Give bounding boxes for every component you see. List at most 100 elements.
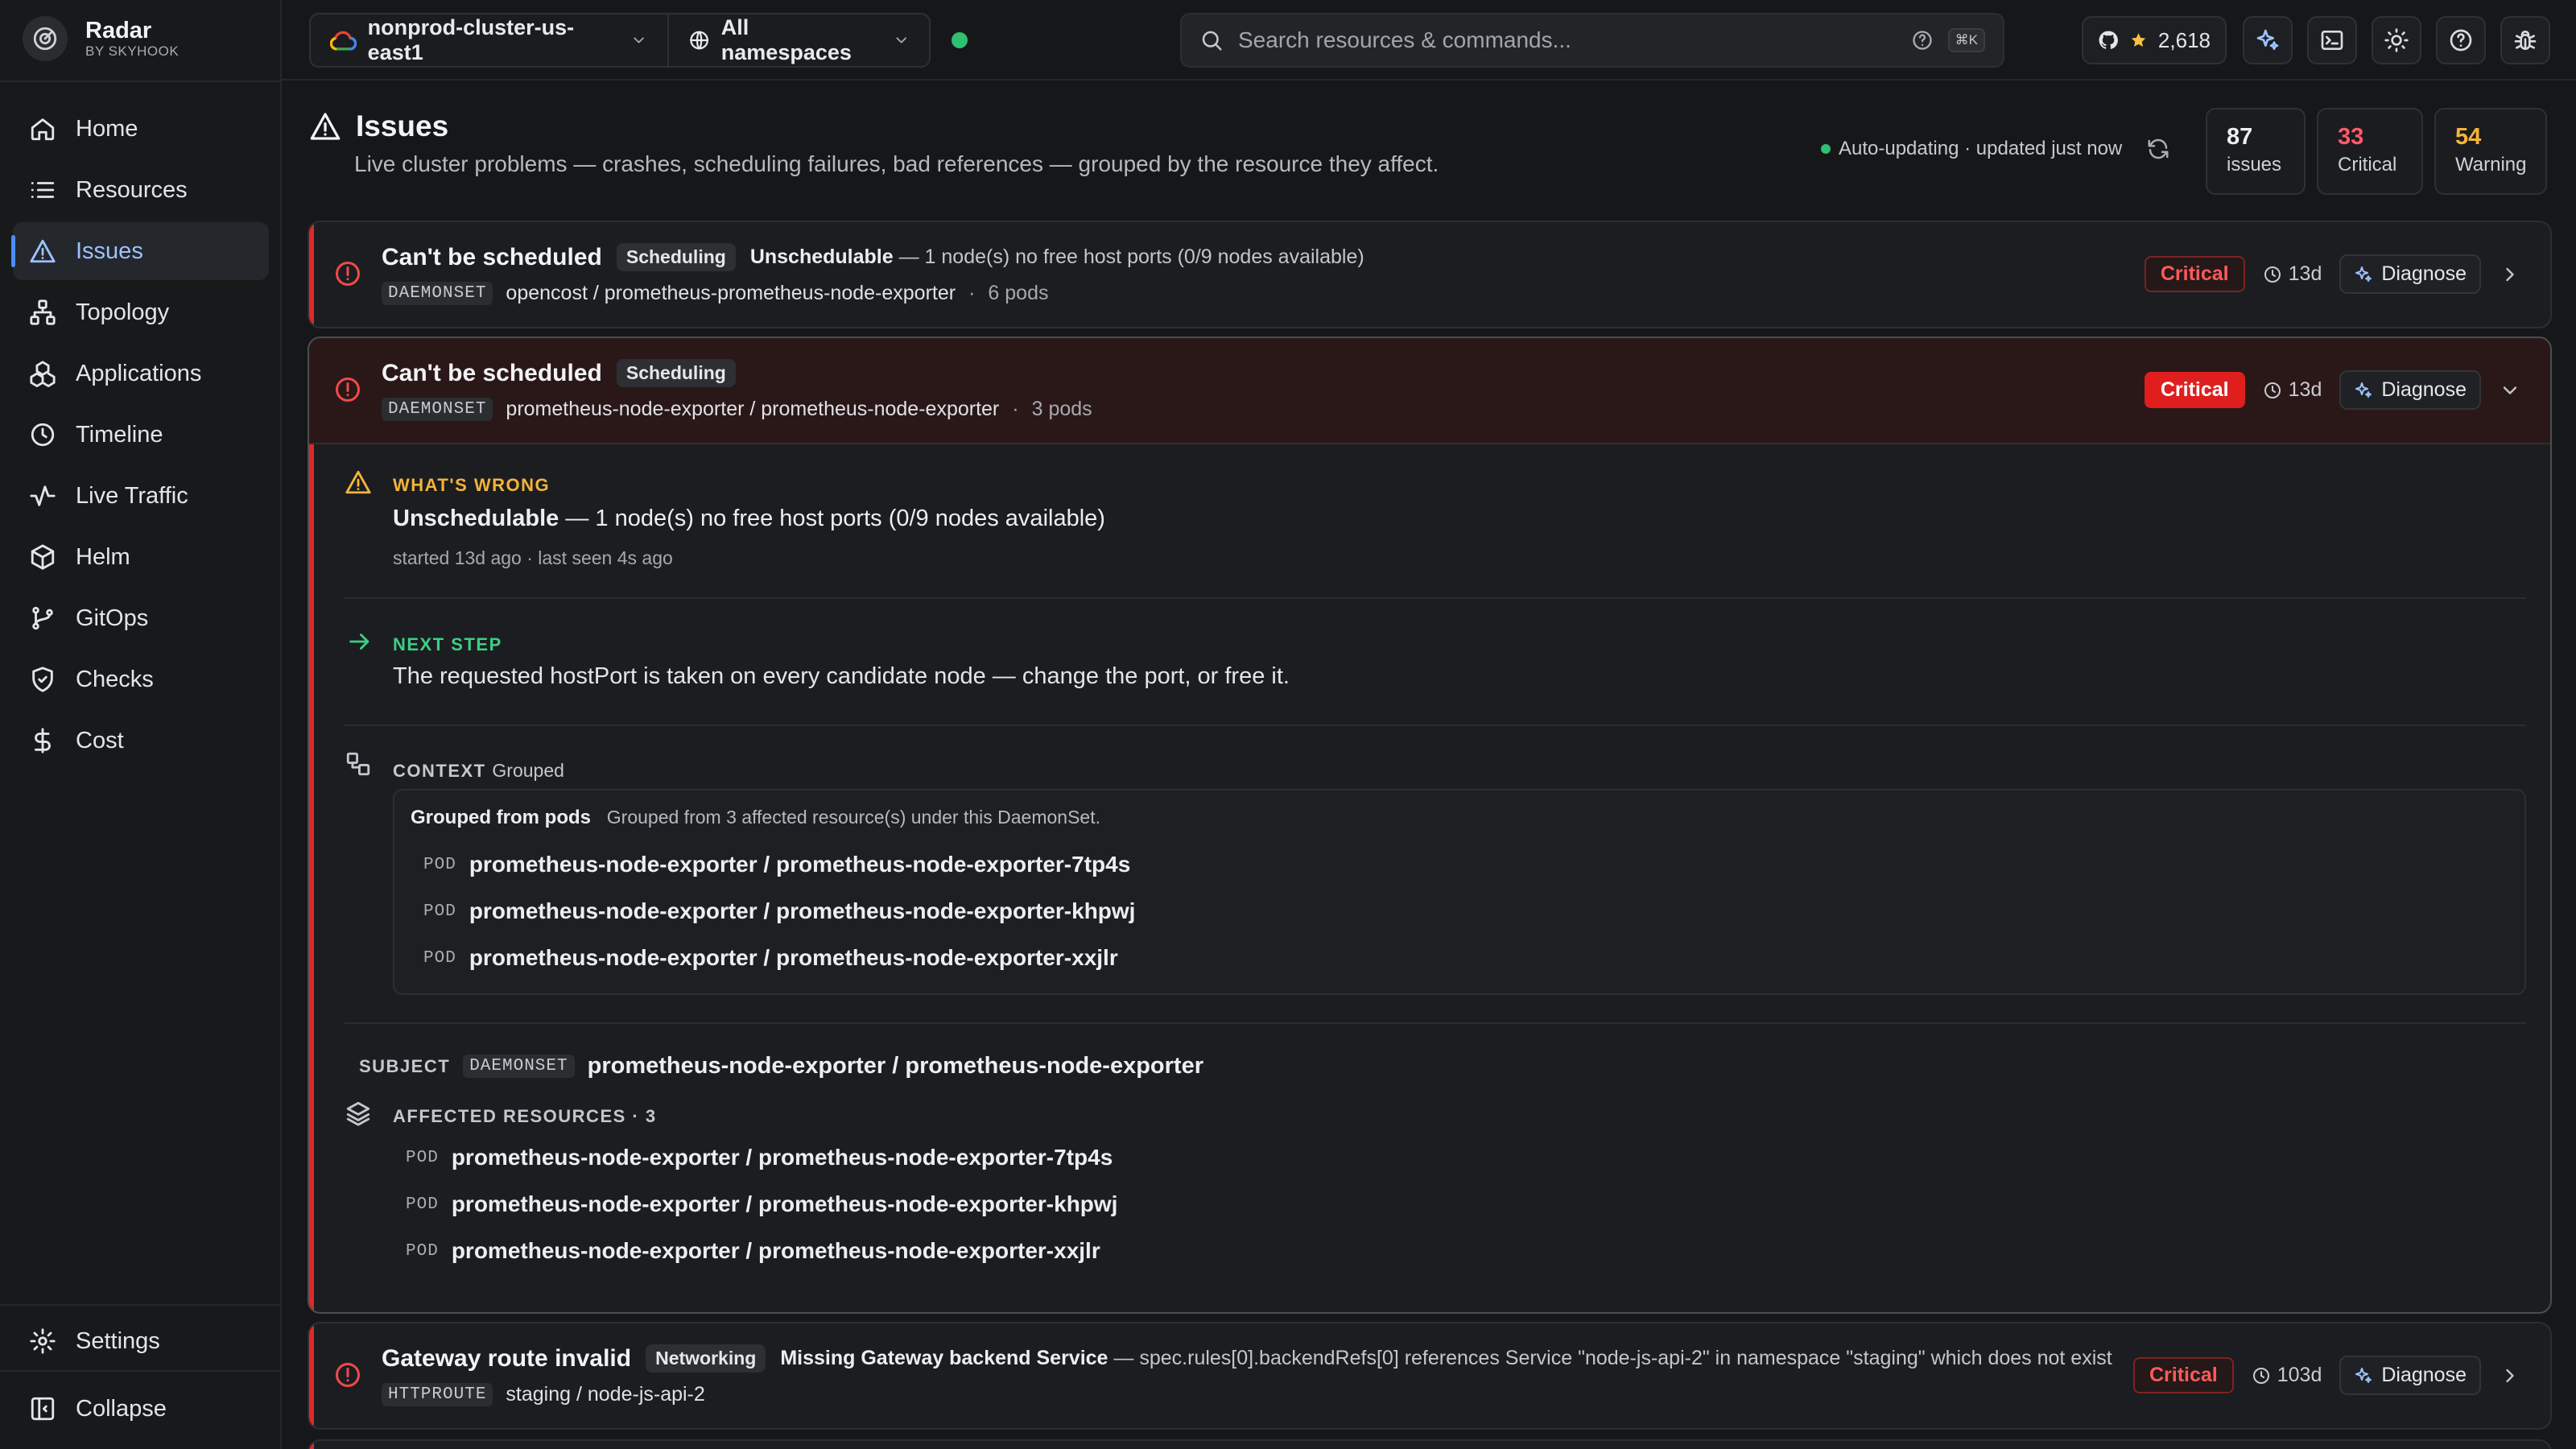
sidebar-item-timeline[interactable]: Timeline [13,406,269,464]
sidebar-item-gitops[interactable]: GitOps [13,589,269,647]
sidebar-item-label: Cost [76,727,124,753]
chevron-down-icon[interactable] [2499,379,2521,402]
collapse-label: Collapse [76,1395,167,1422]
subject-name[interactable]: prometheus-node-exporter / prometheus-no… [588,1053,1203,1080]
sidebar-item-label: Live Traffic [76,482,188,509]
context-header: CONTEXT Grouped [393,757,564,782]
resource-name[interactable]: staging / node-js-api-2 [506,1383,704,1406]
help-circle-icon[interactable] [1911,29,1934,52]
issue-card-header[interactable]: Gateway route invalid Networking Missing… [309,1323,2550,1428]
ai-assistant-button[interactable] [2243,16,2293,64]
sidebar-collapse-button[interactable]: Collapse [13,1380,269,1438]
issue-card-partial[interactable] [308,1439,2552,1449]
list-item[interactable]: POD prometheus-node-exporter / prometheu… [406,1238,1100,1264]
issue-age-text: 13d [2288,378,2322,401]
sidebar-collapse-section: Collapse [0,1370,282,1438]
applications-icon [30,361,56,387]
sidebar-item-cost[interactable]: Cost [13,712,269,770]
resource-name[interactable]: opencost / prometheus-prometheus-node-ex… [506,282,956,305]
diagnose-label: Diagnose [2381,262,2467,285]
separator-dot: · [968,282,976,304]
list-item[interactable]: POD prometheus-node-exporter / prometheu… [423,945,1118,971]
issue-reason: Unschedulable [749,246,894,268]
sidebar-item-checks[interactable]: Checks [13,650,269,708]
brand[interactable]: Radar BY SKYHOOK [23,16,179,61]
git-branch-icon [32,606,53,630]
namespace-selector[interactable]: All namespaces [667,14,929,66]
sidebar-item-home[interactable]: Home [13,100,269,158]
sidebar-item-live-traffic[interactable]: Live Traffic [13,467,269,525]
diagnose-button[interactable]: Diagnose [2339,1356,2481,1395]
search-bar[interactable]: ⌘K [1180,13,2004,68]
list-item[interactable]: POD prometheus-node-exporter / prometheu… [423,898,1135,924]
home-icon [31,118,55,141]
sidebar-item-applications[interactable]: Applications [13,345,269,402]
pod-name: prometheus-node-exporter / prometheus-no… [469,852,1131,877]
issue-card-header[interactable]: Can't be scheduled Scheduling Unschedula… [309,222,2550,327]
sparkles-icon [2256,29,2279,50]
github-stars-button[interactable]: 2,618 [2082,16,2227,64]
issue-category-tag: Scheduling [616,243,736,271]
list-item[interactable]: POD prometheus-node-exporter / prometheu… [406,1145,1113,1170]
sidebar-item-label: GitOps [76,605,149,631]
shield-check-icon [32,667,53,692]
issue-age-text: 13d [2288,262,2322,285]
live-dot [1821,144,1831,154]
sidebar-item-resources[interactable]: Resources [13,161,269,219]
grouped-description: Grouped from 3 affected resource(s) unde… [606,807,1100,828]
subject-row: SUBJECT DAEMONSET prometheus-node-export… [359,1053,1203,1080]
sidebar-item-topology[interactable]: Topology [13,283,269,341]
search-input[interactable] [1238,27,1897,53]
issue-card[interactable]: Gateway route invalid Networking Missing… [308,1322,2552,1430]
issue-age: 103d [2252,1364,2322,1387]
stat-warning[interactable]: 54 Warning [2434,108,2547,195]
terminal-button[interactable] [2307,16,2357,64]
page-title: Issues [309,109,1439,143]
clock-icon [2252,1367,2269,1384]
sidebar-item-helm[interactable]: Helm [13,528,269,586]
stat-critical[interactable]: 33 Critical [2317,108,2423,195]
arrow-right-icon [349,634,369,650]
resource-name[interactable]: prometheus-node-exporter / prometheus-no… [506,398,999,421]
chevron-down-icon [634,37,645,43]
severity-badge: Critical [2144,372,2245,408]
app-name: Radar [85,18,152,43]
sidebar-item-label: Topology [76,299,170,325]
help-button[interactable] [2436,16,2486,64]
pod-name: prometheus-node-exporter / prometheus-no… [469,945,1118,970]
radar-logo-icon [23,16,68,61]
refresh-icon[interactable] [2146,137,2170,161]
issue-summary: Can't be scheduled Scheduling Unschedula… [382,243,1364,271]
issue-card-header[interactable]: Can't be scheduled Scheduling DAEMONSET … [309,338,2550,444]
issue-age: 13d [2263,262,2322,286]
debug-button[interactable] [2500,16,2550,64]
sidebar-item-settings[interactable]: Settings [13,1312,269,1370]
pod-count: 3 pods [1031,398,1092,420]
chevron-right-icon[interactable] [2499,263,2521,286]
sidebar: Radar BY SKYHOOK Home Resources Issues T… [0,0,282,1449]
pod-kind-label: POD [406,1241,439,1261]
keyboard-shortcut: ⌘K [1947,28,1985,52]
issue-card[interactable]: Can't be scheduled Scheduling Unschedula… [308,221,2552,328]
stat-issues-label: issues [2227,154,2282,175]
diagnose-button[interactable]: Diagnose [2339,370,2481,410]
sidebar-item-issues[interactable]: Issues [11,222,269,280]
diagnose-button[interactable]: Diagnose [2339,254,2481,294]
pod-name: prometheus-node-exporter / prometheus-no… [469,898,1136,923]
severity-badge: Critical [2144,256,2245,292]
list-item[interactable]: POD prometheus-node-exporter / prometheu… [406,1191,1117,1217]
issue-resource: DAEMONSET prometheus-node-exporter / pro… [382,398,1092,421]
help-icon [2450,29,2472,52]
cluster-selector[interactable]: nonprod-cluster-us-east1 [311,14,667,66]
sidebar-item-label: Checks [76,666,154,692]
stat-issues[interactable]: 87 issues [2206,108,2306,195]
pod-name: prometheus-node-exporter / prometheus-no… [451,1191,1118,1216]
list-item[interactable]: POD prometheus-node-exporter / prometheu… [423,852,1130,877]
stat-critical-label: Critical [2338,154,2397,175]
chevron-right-icon[interactable] [2499,1364,2521,1387]
whats-wrong-message: Unschedulable — 1 node(s) no free host p… [393,506,1105,532]
issue-card-expanded[interactable]: Can't be scheduled Scheduling DAEMONSET … [308,336,2552,1314]
cluster-name: nonprod-cluster-us-east1 [367,15,575,64]
pod-kind-label: POD [406,1148,439,1167]
theme-toggle-button[interactable] [2372,16,2421,64]
